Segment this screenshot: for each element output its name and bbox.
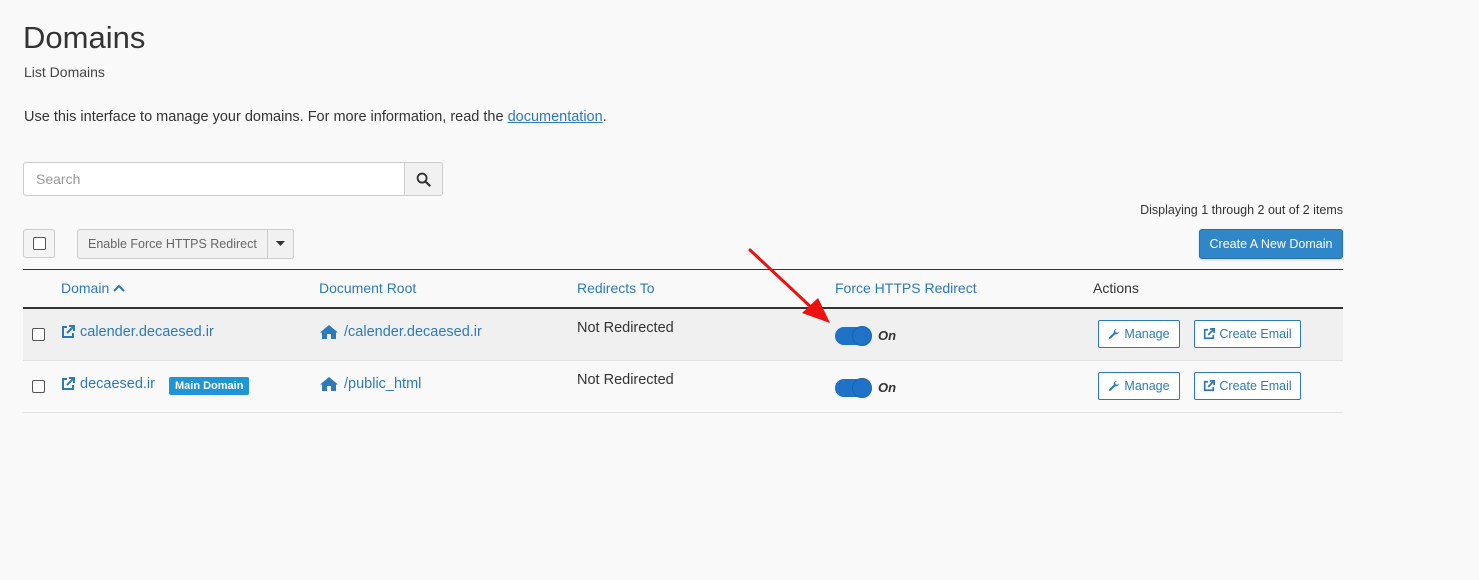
- page-subtitle: List Domains: [24, 64, 105, 80]
- search-group: [23, 162, 443, 196]
- column-document-root[interactable]: Document Root: [319, 280, 416, 296]
- column-redirects-to[interactable]: Redirects To: [577, 280, 655, 296]
- home-icon: [320, 377, 338, 391]
- force-https-toggle[interactable]: [835, 378, 872, 398]
- enable-force-https-button[interactable]: Enable Force HTTPS Redirect: [77, 229, 268, 259]
- intro-text-end: .: [602, 109, 607, 125]
- domain-link[interactable]: calender.decaesed.ir: [61, 324, 214, 340]
- table-header: Domain Document Root Redirects To Force …: [23, 270, 1343, 309]
- search-icon: [416, 172, 431, 187]
- page-title: Domains: [23, 20, 146, 55]
- force-https-state: On: [878, 380, 897, 395]
- intro-text-body: Use this interface to manage your domain…: [24, 109, 508, 125]
- wrench-icon: [1109, 328, 1120, 339]
- bulk-action-dropdown[interactable]: [267, 229, 294, 259]
- select-all-box[interactable]: [32, 237, 46, 250]
- redirect-status: Not Redirected: [577, 372, 674, 388]
- domain-name: decaesed.ir: [80, 376, 155, 392]
- external-link-icon: [62, 325, 75, 338]
- document-root-path: /calender.decaesed.ir: [344, 324, 482, 340]
- documentation-link[interactable]: documentation: [508, 109, 603, 125]
- wrench-icon: [1109, 380, 1120, 391]
- caret-down-icon: [275, 241, 285, 246]
- toggle-knob: [852, 378, 872, 398]
- column-force-https[interactable]: Force HTTPS Redirect: [835, 280, 977, 296]
- document-root-link[interactable]: /calender.decaesed.ir: [319, 324, 482, 340]
- create-email-button[interactable]: Create Email: [1194, 320, 1301, 348]
- column-domain[interactable]: Domain: [61, 280, 125, 296]
- force-https-toggle[interactable]: [835, 326, 872, 346]
- select-all-checkbox[interactable]: [23, 229, 55, 258]
- redirect-status: Not Redirected: [577, 320, 674, 336]
- domain-name: calender.decaesed.ir: [80, 324, 214, 340]
- external-link-icon: [62, 377, 75, 390]
- main-domain-badge: Main Domain: [169, 377, 250, 395]
- manage-button[interactable]: Manage: [1098, 372, 1180, 400]
- column-domain-label: Domain: [61, 280, 110, 296]
- external-link-icon: [1204, 380, 1216, 392]
- toggle-knob: [852, 326, 872, 346]
- row-checkbox[interactable]: [32, 380, 45, 393]
- chevron-up-icon: [113, 284, 125, 292]
- search-input[interactable]: [23, 162, 404, 196]
- display-count: Displaying 1 through 2 out of 2 items: [1140, 203, 1343, 217]
- table-row: decaesed.ir Main Domain /public_html Not…: [23, 361, 1343, 413]
- manage-button[interactable]: Manage: [1098, 320, 1180, 348]
- force-https-state: On: [878, 328, 897, 343]
- create-email-button[interactable]: Create Email: [1194, 372, 1301, 400]
- table-row: calender.decaesed.ir /calender.decaesed.…: [23, 309, 1343, 361]
- intro-text: Use this interface to manage your domain…: [24, 109, 607, 125]
- external-link-icon: [1204, 328, 1216, 340]
- manage-label: Manage: [1124, 327, 1170, 341]
- document-root-path: /public_html: [344, 376, 422, 392]
- search-button[interactable]: [404, 162, 443, 196]
- manage-label: Manage: [1124, 379, 1170, 393]
- home-icon: [320, 325, 338, 339]
- column-actions: Actions: [1093, 280, 1139, 296]
- row-checkbox[interactable]: [32, 328, 45, 341]
- bulk-action-group: Enable Force HTTPS Redirect: [77, 229, 294, 259]
- document-root-link[interactable]: /public_html: [319, 376, 421, 392]
- create-email-label: Create Email: [1219, 327, 1292, 341]
- domains-table: Domain Document Root Redirects To Force …: [23, 269, 1343, 413]
- create-email-label: Create Email: [1219, 379, 1292, 393]
- domain-link[interactable]: decaesed.ir: [61, 376, 155, 392]
- create-new-domain-button[interactable]: Create A New Domain: [1199, 229, 1343, 259]
